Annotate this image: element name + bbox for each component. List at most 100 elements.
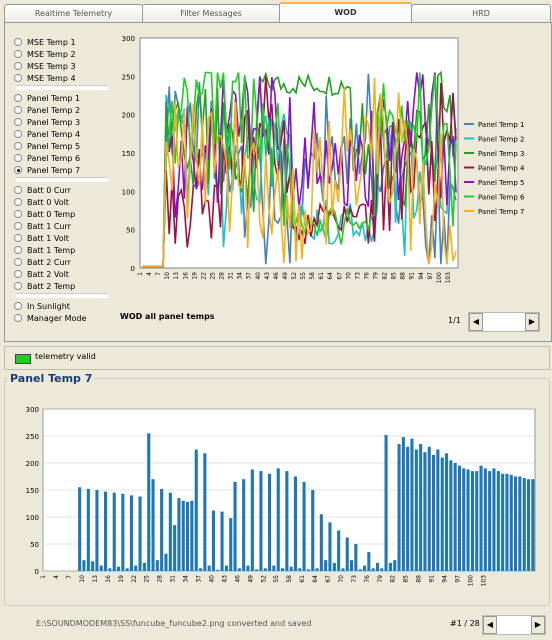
tab-realtime-telemetry[interactable]: Realtime Telemetry bbox=[4, 4, 143, 22]
radio-button-icon[interactable] bbox=[14, 282, 22, 290]
x-tick-label: 61 bbox=[318, 272, 325, 280]
radio-panel-temp-1[interactable]: Panel Temp 1 bbox=[14, 92, 80, 104]
scroll-left-icon[interactable]: ◀ bbox=[469, 313, 483, 331]
radio-panel-temp-7[interactable]: Panel Temp 7 bbox=[14, 164, 80, 176]
radio-button-icon[interactable] bbox=[14, 142, 22, 150]
radio-panel-temp-2[interactable]: Panel Temp 2 bbox=[14, 104, 80, 116]
y-tick-label: 200 bbox=[122, 112, 135, 120]
legend-label: Panel Temp 3 bbox=[478, 150, 524, 158]
image-scrollbar[interactable]: ◀ ▶ bbox=[482, 615, 546, 635]
tab-bar: Realtime Telemetry Filter Messages WOD H… bbox=[0, 0, 552, 24]
radio-batt-1-curr[interactable]: Batt 1 Curr bbox=[14, 220, 71, 232]
radio-button-icon[interactable] bbox=[14, 50, 22, 58]
tab-wod[interactable]: WOD bbox=[279, 2, 412, 24]
bar bbox=[509, 474, 513, 571]
tab-hrd[interactable]: HRD bbox=[411, 4, 551, 22]
radio-label: Batt 0 Volt bbox=[27, 197, 69, 207]
x-tick-label: 49 bbox=[282, 272, 289, 280]
bar bbox=[121, 493, 125, 571]
radio-button-icon[interactable] bbox=[14, 74, 22, 82]
radio-button-icon[interactable] bbox=[14, 38, 22, 46]
radio-mse-temp-4[interactable]: MSE Temp 4 bbox=[14, 72, 76, 84]
radio-panel-temp-3[interactable]: Panel Temp 3 bbox=[14, 116, 80, 128]
x-tick-label: 7 bbox=[66, 575, 73, 579]
radio-batt-0-curr[interactable]: Batt 0 Curr bbox=[14, 184, 71, 196]
radio-button-icon[interactable] bbox=[14, 62, 22, 70]
x-tick-label: 22 bbox=[200, 272, 207, 280]
radio-button-icon[interactable] bbox=[14, 314, 22, 322]
radio-in-sunlight[interactable]: In Sunlight bbox=[14, 300, 70, 312]
bar bbox=[125, 568, 129, 571]
radio-manager-mode[interactable]: Manager Mode bbox=[14, 312, 86, 324]
radio-label: Panel Temp 3 bbox=[27, 117, 81, 127]
tab-filter-messages[interactable]: Filter Messages bbox=[142, 4, 280, 22]
x-tick-label: 25 bbox=[144, 575, 151, 583]
y-tick-label: 200 bbox=[26, 460, 39, 468]
legend-label: Panel Temp 7 bbox=[478, 208, 524, 216]
image-scroll-right-icon[interactable]: ▶ bbox=[531, 616, 545, 634]
radio-batt-0-volt[interactable]: Batt 0 Volt bbox=[14, 196, 69, 208]
radio-button-icon[interactable] bbox=[14, 246, 22, 254]
radio-batt-2-temp[interactable]: Batt 2 Temp bbox=[14, 280, 75, 292]
radio-button-icon[interactable] bbox=[14, 258, 22, 266]
bar bbox=[432, 454, 436, 571]
x-tick-label: 103 bbox=[480, 575, 487, 587]
x-tick-label: 94 bbox=[418, 272, 425, 280]
radio-button-icon[interactable] bbox=[14, 234, 22, 242]
bar bbox=[181, 500, 185, 571]
legend-label: Panel Temp 4 bbox=[478, 165, 525, 173]
radio-button-icon[interactable] bbox=[14, 270, 22, 278]
scroll-right-icon[interactable]: ▶ bbox=[525, 313, 539, 331]
radio-mse-temp-1[interactable]: MSE Temp 1 bbox=[14, 36, 76, 48]
bar bbox=[160, 488, 164, 571]
bar bbox=[436, 449, 440, 571]
x-tick-label: 52 bbox=[291, 272, 298, 280]
radio-button-icon[interactable] bbox=[14, 186, 22, 194]
radio-panel-temp-4[interactable]: Panel Temp 4 bbox=[14, 128, 80, 140]
x-tick-label: 31 bbox=[228, 272, 235, 280]
radio-label: Panel Temp 7 bbox=[27, 165, 81, 175]
radio-button-icon[interactable] bbox=[14, 106, 22, 114]
x-tick-label: 85 bbox=[391, 272, 398, 280]
x-tick-label: 28 bbox=[157, 575, 164, 583]
x-tick-label: 10 bbox=[79, 575, 86, 583]
radio-mse-temp-2[interactable]: MSE Temp 2 bbox=[14, 48, 76, 60]
radio-batt-0-temp[interactable]: Batt 0 Temp bbox=[14, 208, 75, 220]
x-tick-label: 4 bbox=[146, 272, 153, 276]
bar bbox=[384, 434, 388, 571]
image-scroll-left-icon[interactable]: ◀ bbox=[483, 616, 497, 634]
bar bbox=[155, 560, 159, 571]
radio-group-separator bbox=[16, 293, 111, 298]
x-tick-label: 28 bbox=[219, 272, 226, 280]
wod-scrollbar[interactable]: ◀ ▶ bbox=[468, 312, 540, 332]
bar bbox=[319, 514, 323, 571]
radio-button-icon[interactable] bbox=[14, 94, 22, 102]
bar bbox=[285, 471, 289, 571]
bar bbox=[350, 560, 354, 571]
radio-panel-temp-6[interactable]: Panel Temp 6 bbox=[14, 152, 80, 164]
x-tick-label: 91 bbox=[429, 575, 436, 583]
radio-button-icon[interactable] bbox=[14, 210, 22, 218]
bar bbox=[272, 565, 276, 571]
radio-batt-1-volt[interactable]: Batt 1 Volt bbox=[14, 232, 69, 244]
bar bbox=[151, 479, 155, 571]
radio-button-icon[interactable] bbox=[14, 222, 22, 230]
radio-label: MSE Temp 1 bbox=[27, 37, 76, 47]
radio-batt-2-curr[interactable]: Batt 2 Curr bbox=[14, 256, 71, 268]
radio-panel-temp-5[interactable]: Panel Temp 5 bbox=[14, 140, 80, 152]
radio-button-icon[interactable] bbox=[14, 154, 22, 162]
radio-button-icon[interactable] bbox=[14, 198, 22, 206]
bar bbox=[522, 478, 526, 571]
radio-batt-1-temp[interactable]: Batt 1 Temp bbox=[14, 244, 75, 256]
radio-button-icon[interactable] bbox=[14, 166, 22, 174]
legend-label: Panel Temp 5 bbox=[478, 179, 524, 187]
radio-button-icon[interactable] bbox=[14, 130, 22, 138]
bar bbox=[375, 562, 379, 571]
bar bbox=[306, 569, 310, 571]
bar bbox=[168, 492, 172, 571]
radio-mse-temp-3[interactable]: MSE Temp 3 bbox=[14, 60, 76, 72]
radio-button-icon[interactable] bbox=[14, 118, 22, 126]
radio-button-icon[interactable] bbox=[14, 302, 22, 310]
bar bbox=[138, 496, 142, 571]
radio-batt-2-volt[interactable]: Batt 2 Volt bbox=[14, 268, 69, 280]
